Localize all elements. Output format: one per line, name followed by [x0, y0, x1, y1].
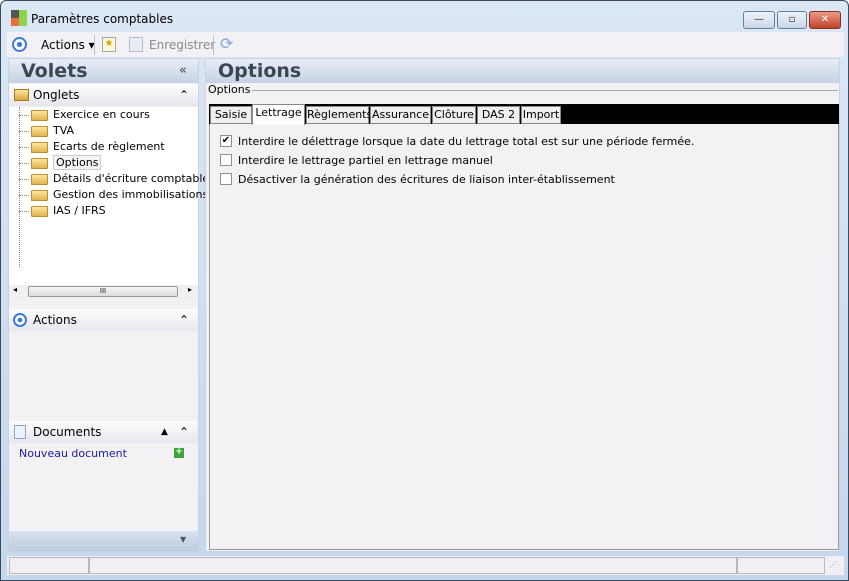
actions-circle-icon — [13, 313, 27, 327]
expand-down-icon[interactable]: ▼ — [180, 535, 186, 544]
maximize-button[interactable]: ▫ — [777, 11, 807, 29]
actions-section-header[interactable]: Actions ⌃ — [9, 309, 198, 331]
volets-title: Volets — [21, 60, 88, 82]
tree-item-options[interactable]: Options — [19, 155, 102, 171]
status-bar: ⋰ — [7, 556, 844, 575]
save-icon[interactable] — [129, 37, 143, 52]
left-pane: Volets « Onglets ⌃ Exercice en cours TVA… — [8, 58, 209, 552]
collapse-chevron-icon[interactable]: ⌃ — [179, 421, 189, 443]
volets-header: Volets « — [9, 59, 198, 83]
folder-icon — [31, 190, 48, 201]
actions-label: Actions — [41, 38, 85, 52]
group-divider — [252, 90, 838, 91]
collapse-chevron-icon[interactable]: ⌃ — [179, 309, 189, 331]
collapse-chevron-icon[interactable]: ⌃ — [179, 84, 189, 106]
onglets-section-header[interactable]: Onglets ⌃ — [9, 84, 198, 106]
folder-icon — [31, 110, 48, 121]
status-cell — [9, 557, 89, 574]
actions-circle-icon — [12, 37, 27, 52]
new-icon[interactable]: ★ — [102, 37, 116, 52]
open-folder-icon — [31, 158, 48, 169]
option-checkbox-1[interactable]: ✔ Interdire le délettrage lorsque la date… — [220, 135, 694, 148]
tree-item-ecarts[interactable]: Ecarts de règlement — [19, 139, 165, 155]
up-arrow-icon[interactable]: ▲ — [161, 421, 168, 443]
tab-cloture[interactable]: Clôture — [432, 106, 476, 124]
separator — [213, 35, 214, 55]
main-title: Options — [206, 59, 839, 83]
tab-reglements[interactable]: Règlements — [306, 106, 372, 124]
tab-saisie[interactable]: Saisie — [210, 106, 252, 124]
folder-icon — [31, 126, 48, 137]
folder-icon — [31, 142, 48, 153]
tab-lettrage[interactable]: Lettrage — [252, 104, 305, 125]
onglets-tree: Exercice en cours TVA Ecarts de règlemen… — [9, 107, 209, 285]
scroll-right-icon[interactable]: ▸ — [188, 285, 192, 294]
separator — [94, 35, 95, 55]
tab-strip: Saisie Lettrage Règlements Assurance Clô… — [209, 104, 839, 125]
new-document-link[interactable]: Nouveau document — [19, 447, 127, 460]
toolbar: Actions ▾ ★ Enregistrer ⟳ — [7, 32, 844, 57]
folder-icon — [14, 89, 29, 101]
status-cell — [89, 557, 737, 574]
tab-content — [209, 124, 839, 550]
window-title: Paramètres comptables — [31, 12, 174, 26]
tree-item-immobilisations[interactable]: Gestion des immobilisations — [19, 187, 208, 203]
save-button[interactable]: Enregistrer — [149, 38, 215, 52]
checkbox-checked[interactable]: ✔ — [220, 135, 232, 147]
status-cell — [737, 557, 825, 574]
window: Paramètres comptables — ▫ ✕ Actions ▾ ★ … — [0, 0, 849, 581]
option-checkbox-3[interactable]: Désactiver la génération des écritures d… — [220, 173, 615, 186]
close-button[interactable]: ✕ — [809, 11, 841, 29]
main-panel: Options Options Saisie Lettrage Règlemen… — [205, 58, 840, 552]
folder-icon — [31, 206, 48, 217]
onglets-label: Onglets — [33, 88, 80, 102]
refresh-icon[interactable]: ⟳ — [220, 34, 233, 53]
tab-import[interactable]: Import — [521, 106, 561, 124]
add-icon[interactable]: + — [174, 448, 184, 458]
tree-item-details[interactable]: Détails d'écriture comptable — [19, 171, 209, 187]
option-checkbox-2[interactable]: Interdire le lettrage partiel en lettrag… — [220, 154, 493, 167]
documents-section-header[interactable]: Documents ▲ ⌃ — [9, 421, 198, 443]
tab-assurance[interactable]: Assurance — [370, 106, 431, 124]
tree-item-ias-ifrs[interactable]: IAS / IFRS — [19, 203, 106, 219]
actions-menu-button[interactable]: Actions ▾ — [41, 38, 95, 52]
horizontal-scrollbar[interactable]: ◂ III ▸ — [9, 285, 198, 299]
app-logo-icon — [11, 10, 27, 26]
scrollbar-thumb[interactable]: III — [28, 286, 178, 297]
tab-das2[interactable]: DAS 2 — [477, 106, 520, 124]
document-icon — [14, 425, 26, 439]
actions-section-label: Actions — [33, 313, 77, 327]
folder-icon — [31, 174, 48, 185]
scroll-left-icon[interactable]: ◂ — [13, 285, 17, 294]
tree-item-tva[interactable]: TVA — [19, 123, 74, 139]
options-group-label: Options — [208, 83, 251, 96]
tree-item-exercice[interactable]: Exercice en cours — [19, 107, 150, 123]
resize-grip-icon[interactable]: ⋰ — [829, 560, 837, 569]
minimize-button[interactable]: — — [743, 11, 775, 29]
checkbox-unchecked[interactable] — [220, 154, 232, 166]
documents-label: Documents — [33, 425, 102, 439]
collapse-pane-button[interactable]: « — [179, 63, 187, 78]
pane-footer: ▼ — [9, 531, 198, 551]
checkbox-unchecked[interactable] — [220, 173, 232, 185]
